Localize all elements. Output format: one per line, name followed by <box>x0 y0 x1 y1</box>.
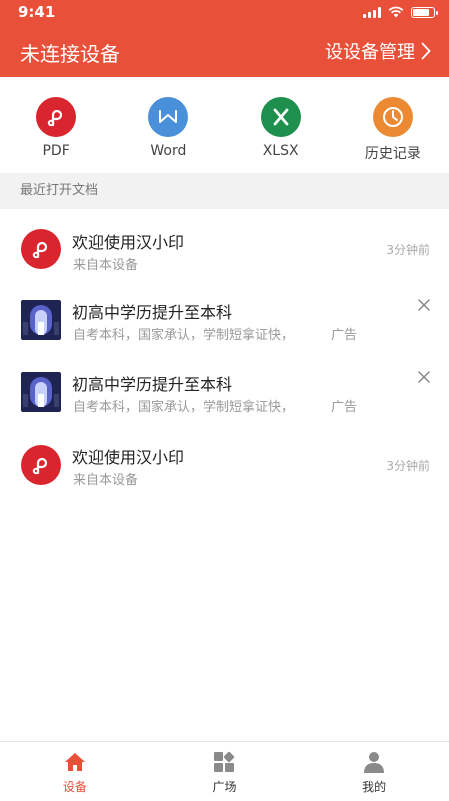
quick-action-pdf[interactable]: PDF <box>0 77 112 173</box>
ad-description: 自考本科，国家承认，学制短拿证快， <box>73 328 295 343</box>
ad-description: 自考本科，国家承认，学制短拿证快， <box>73 400 295 415</box>
ad-item[interactable]: 初高中学历提升至本科 自考本科，国家承认，学制短拿证快， 广告 <box>0 284 449 356</box>
document-source: 来自本设备 <box>73 258 139 273</box>
tab-square[interactable]: 广场 <box>150 742 300 801</box>
quick-action-label: XLSX <box>262 143 299 159</box>
bottom-tab-bar: 设备 广场 我的 <box>0 741 449 801</box>
document-title: 欢迎使用汉小印 <box>72 233 185 252</box>
tab-label: 设备 <box>62 780 87 794</box>
list-item[interactable]: 欢迎使用汉小印 来自本设备 3分钟前 <box>0 212 449 284</box>
tab-label: 广场 <box>212 780 237 794</box>
quick-action-label: Word <box>150 143 187 159</box>
quick-actions: PDF Word XLSX 历史记录 <box>0 77 449 173</box>
ad-title: 初高中学历提升至本科 <box>72 303 233 322</box>
pdf-icon <box>21 229 61 269</box>
quick-action-word[interactable]: Word <box>112 77 224 173</box>
quick-action-xlsx[interactable]: XLSX <box>225 77 337 173</box>
battery-icon <box>411 6 438 18</box>
device-management-label: 设设备管理 <box>325 42 415 63</box>
document-time: 3分钟前 <box>386 243 430 257</box>
quick-action-label: PDF <box>42 143 70 159</box>
history-clock-icon <box>372 97 413 137</box>
ad-badge: 广告 <box>330 328 357 343</box>
close-icon[interactable] <box>417 370 431 384</box>
status-icons <box>363 6 438 18</box>
wifi-icon <box>388 6 404 18</box>
top-header: 9:41 未连接设备 设设备管理 <box>0 0 449 77</box>
page-title: 未连接设备 <box>20 42 120 66</box>
document-title: 欢迎使用汉小印 <box>72 448 185 467</box>
pdf-icon <box>36 97 77 137</box>
recent-documents-header: 最近打开文档 <box>0 173 449 209</box>
quick-action-history[interactable]: 历史记录 <box>337 77 449 173</box>
ad-item[interactable]: 初高中学历提升至本科 自考本科，国家承认，学制短拿证快， 广告 <box>0 356 449 428</box>
ad-badge: 广告 <box>330 400 357 415</box>
status-bar: 9:41 <box>0 0 449 24</box>
tab-devices[interactable]: 设备 <box>0 742 150 801</box>
ad-thumbnail <box>21 300 61 340</box>
battery-level <box>413 8 429 16</box>
list-item[interactable]: 欢迎使用汉小印 来自本设备 3分钟前 <box>0 428 449 500</box>
quick-action-label: 历史记录 <box>364 146 421 162</box>
status-time: 9:41 <box>18 3 56 21</box>
pdf-icon <box>21 445 61 485</box>
document-source: 来自本设备 <box>73 473 139 488</box>
ad-title: 初高中学历提升至本科 <box>72 375 233 394</box>
tab-me[interactable]: 我的 <box>299 742 449 801</box>
ad-thumbnail <box>21 372 61 412</box>
home-icon <box>64 753 85 771</box>
word-icon <box>148 97 189 137</box>
signal-icon <box>363 6 381 18</box>
xlsx-icon <box>260 97 301 137</box>
user-icon <box>364 752 385 773</box>
document-time: 3分钟前 <box>386 459 430 473</box>
grid-icon <box>214 751 235 772</box>
device-management-link[interactable]: 设设备管理 <box>325 38 431 64</box>
close-icon[interactable] <box>417 298 431 312</box>
tab-label: 我的 <box>362 780 387 794</box>
chevron-right-icon <box>421 42 431 60</box>
